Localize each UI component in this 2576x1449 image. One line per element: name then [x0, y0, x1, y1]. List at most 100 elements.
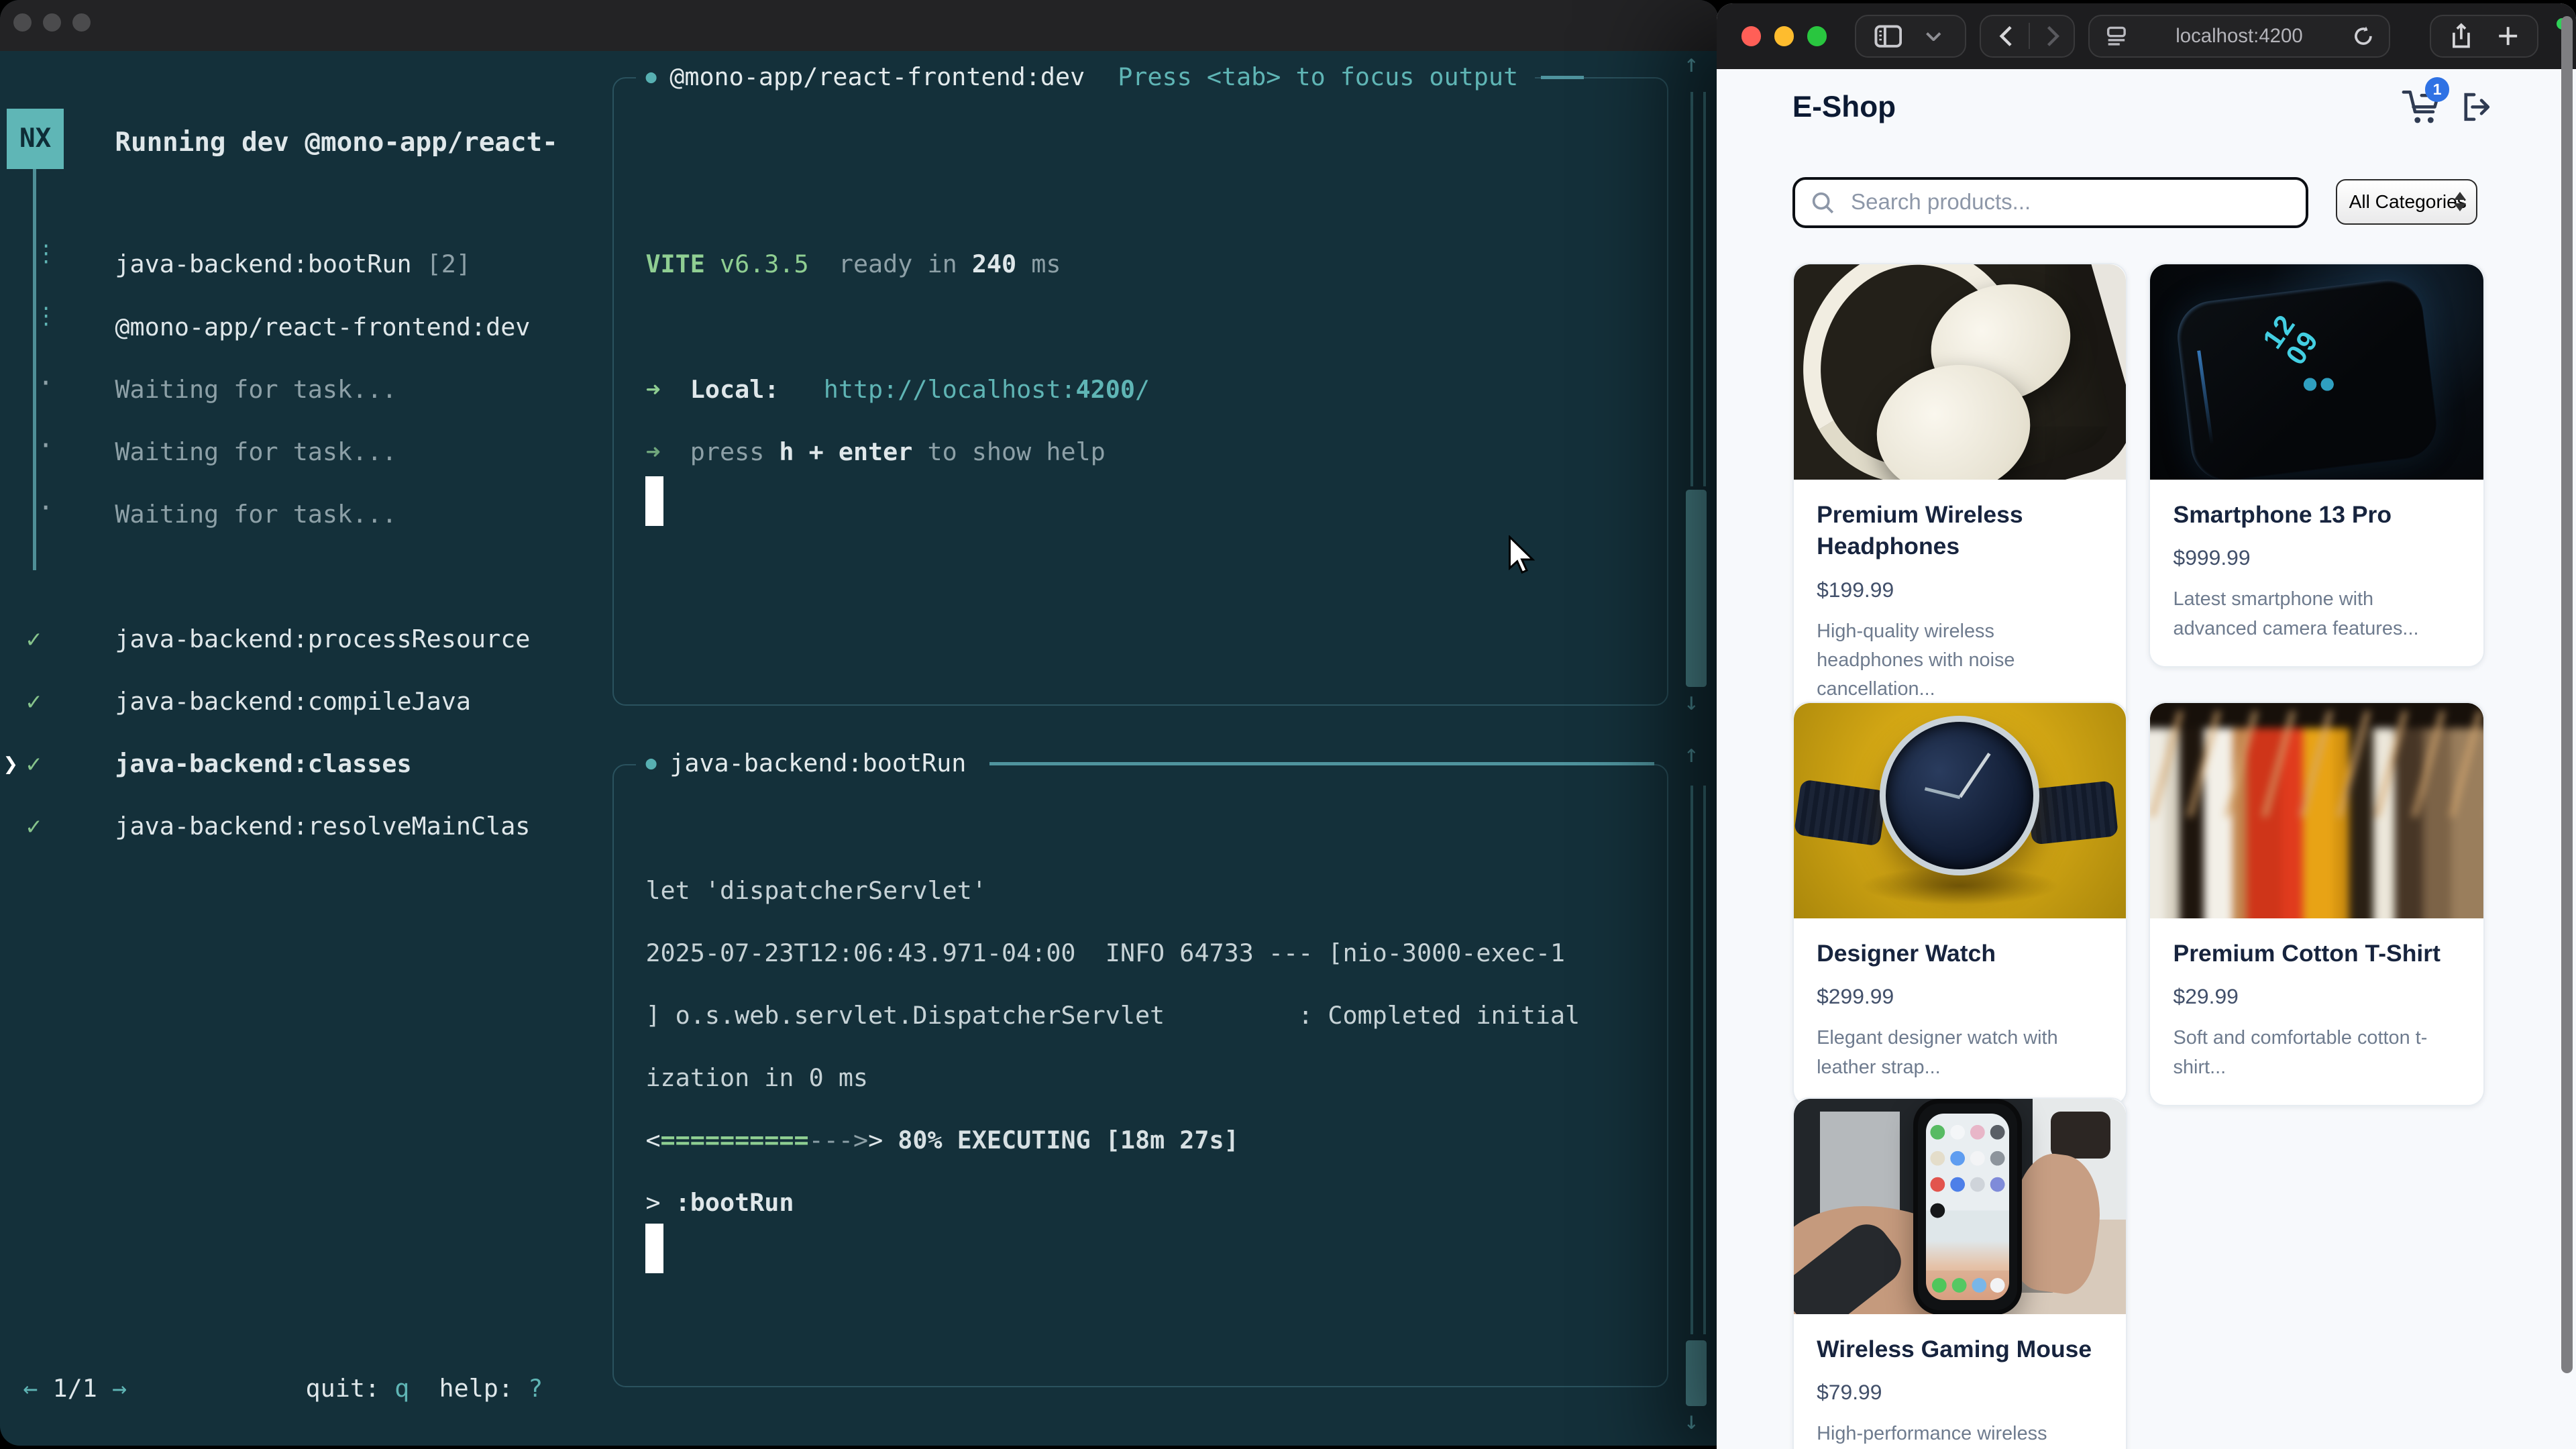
task-item-waiting: Waiting for task... [115, 493, 396, 536]
progress-bar-fill: ========== [661, 1126, 809, 1155]
page-title: E-Shop [1792, 91, 1896, 124]
arrow-icon: ➜ [645, 437, 660, 466]
log-line: 2025-07-23T12:06:43.971-04:00 INFO 64733… [645, 932, 1565, 975]
new-tab-icon[interactable] [2498, 26, 2518, 46]
terminal-cursor [645, 476, 663, 525]
product-card[interactable]: Wireless Gaming Mouse $79.99 High-perfor… [1792, 1097, 2127, 1449]
task-item-classes[interactable]: java-backend:classes [115, 743, 411, 786]
product-description: Latest smartphone with advanced camera f… [2174, 585, 2461, 643]
local-url-line: ➜ Local: http://localhost:4200/ [645, 368, 1150, 411]
localhost-link[interactable]: http://localhost:4200/ [824, 375, 1150, 404]
product-image-gaming-mouse [1794, 1099, 2126, 1314]
scroll-up-icon[interactable]: ↑ [1684, 739, 1699, 768]
url-text: localhost:4200 [2176, 25, 2302, 48]
product-description: Elegant designer watch with leather stra… [1817, 1024, 2102, 1082]
task-item-waiting: Waiting for task... [115, 431, 396, 474]
task-tree-line [33, 169, 36, 570]
pager[interactable]: ← 1/1 → [23, 1367, 127, 1410]
product-name: Premium Cotton T-Shirt [2174, 938, 2461, 969]
running-indicator-icon: ⋮ [34, 303, 57, 329]
category-select-value: All Categories [2349, 191, 2467, 213]
eshop-page: E-Shop 1 All Categories Premium Wireless… [1717, 69, 2576, 1449]
url-bar[interactable]: localhost:4200 [2088, 15, 2391, 58]
product-description: High-quality wireless headphones with no… [1817, 617, 2102, 704]
check-icon: ✓ [26, 618, 41, 661]
pager-right-icon[interactable]: → [112, 1374, 127, 1403]
product-price: $299.99 [1817, 984, 2102, 1009]
sidebar-icon [1874, 25, 1902, 48]
logout-button[interactable] [2459, 91, 2492, 123]
traffic-minimize-icon[interactable] [1774, 26, 1794, 46]
reader-icon[interactable] [2106, 26, 2127, 46]
task-item-compile-java[interactable]: java-backend:compileJava [115, 680, 471, 723]
product-card[interactable]: Premium Wireless Headphones $199.99 High… [1792, 263, 2127, 729]
mouse-cursor-icon [1508, 535, 1536, 578]
product-price: $999.99 [2174, 545, 2461, 570]
terminal-heading: Running dev @mono-app/react- [115, 121, 557, 164]
log-line: ] o.s.web.servlet.DispatcherServlet : Co… [645, 994, 1580, 1037]
pane-hint: Press <tab> to focus output [1102, 58, 1535, 97]
running-indicator-icon: ⋮ [34, 240, 57, 267]
product-price: $199.99 [1817, 578, 2102, 602]
task-bullet-icon: ● [636, 744, 669, 784]
terminal-titlebar[interactable] [0, 0, 1719, 51]
page-scrollbar-thumb[interactable] [2561, 16, 2573, 1373]
product-name: Designer Watch [1817, 938, 2102, 969]
task-count: [2] [412, 250, 471, 278]
task-item-waiting: Waiting for task... [115, 368, 396, 411]
scroll-down-icon[interactable]: ↓ [1684, 687, 1699, 716]
category-select[interactable]: All Categories [2336, 179, 2477, 225]
browser-toolbar: localhost:4200 [1717, 3, 2576, 69]
product-price: $79.99 [1817, 1380, 2102, 1405]
pager-left-icon[interactable]: ← [23, 1374, 38, 1403]
screen: NX Running dev @mono-app/react- ⋮ java-b… [0, 0, 2576, 1449]
toolbar-actions [2430, 15, 2538, 58]
task-item-process-resource[interactable]: java-backend:processResource [115, 618, 530, 661]
product-card[interactable]: 12 09 Smartphone 13 Pro $999.99 Latest s… [2149, 263, 2485, 667]
scroll-up-icon[interactable]: ↑ [1684, 49, 1699, 78]
chevron-down-icon [1925, 32, 1941, 42]
arrow-icon: ➜ [645, 375, 660, 404]
share-icon[interactable] [2451, 23, 2472, 49]
terminal-window: NX Running dev @mono-app/react- ⋮ java-b… [0, 0, 1719, 1446]
gradle-progress-line: <==========--->> 80% EXECUTING [18m 27s] [645, 1119, 1238, 1162]
help-key: ? [528, 1374, 543, 1403]
select-stepper-icon [2454, 192, 2466, 211]
back-icon[interactable] [1999, 25, 2012, 47]
product-description: High-performance wireless gaming mouse..… [1817, 1419, 2102, 1449]
product-card[interactable]: Premium Cotton T-Shirt $29.99 Soft and c… [2149, 702, 2485, 1106]
traffic-zoom-icon[interactable] [72, 13, 91, 32]
reload-icon[interactable] [2353, 25, 2374, 47]
traffic-close-icon[interactable] [1741, 26, 1761, 46]
traffic-minimize-icon[interactable] [43, 13, 61, 32]
forward-icon[interactable] [2047, 25, 2060, 47]
nx-logo: NX [7, 109, 64, 170]
sidebar-toggle-button[interactable] [1855, 15, 1967, 58]
task-bullet-icon: ● [636, 58, 669, 97]
search-input[interactable] [1847, 189, 2265, 217]
task-item-resolve-main-class[interactable]: java-backend:resolveMainClas [115, 805, 530, 848]
product-price: $29.99 [2174, 984, 2461, 1009]
pane-title: @mono-app/react-frontend:dev [669, 58, 1101, 97]
task-item-frontend-dev[interactable]: @mono-app/react-frontend:dev [115, 306, 530, 349]
scrollbar-thumb[interactable] [1686, 490, 1707, 687]
traffic-zoom-icon[interactable] [1807, 26, 1827, 46]
log-line: let 'dispatcherServlet' [645, 869, 986, 912]
vite-ready-line: VITE v6.3.5 ready in 240 ms [645, 243, 1061, 286]
product-card[interactable]: Designer Watch $299.99 Elegant designer … [1792, 702, 2127, 1106]
pane-title: java-backend:bootRun [669, 744, 989, 784]
scrollbar-thumb[interactable] [1686, 1340, 1707, 1406]
scroll-down-icon[interactable]: ↓ [1684, 1406, 1699, 1435]
divider [2029, 23, 2030, 49]
scrollbar-track[interactable] [1690, 786, 1706, 1334]
check-icon: ✓ [26, 805, 41, 848]
cart-count-badge: 1 [2425, 77, 2450, 102]
search-icon [1811, 191, 1834, 214]
logout-icon [2459, 91, 2492, 123]
task-item-bootrun[interactable]: java-backend:bootRun [2] [115, 243, 471, 286]
quit-key: q [394, 1374, 409, 1403]
gradle-prompt-line: > :bootRun [645, 1181, 794, 1224]
traffic-close-icon[interactable] [13, 13, 32, 32]
waiting-dot-icon: · [38, 368, 54, 398]
scrollbar-track[interactable] [1690, 92, 1706, 486]
